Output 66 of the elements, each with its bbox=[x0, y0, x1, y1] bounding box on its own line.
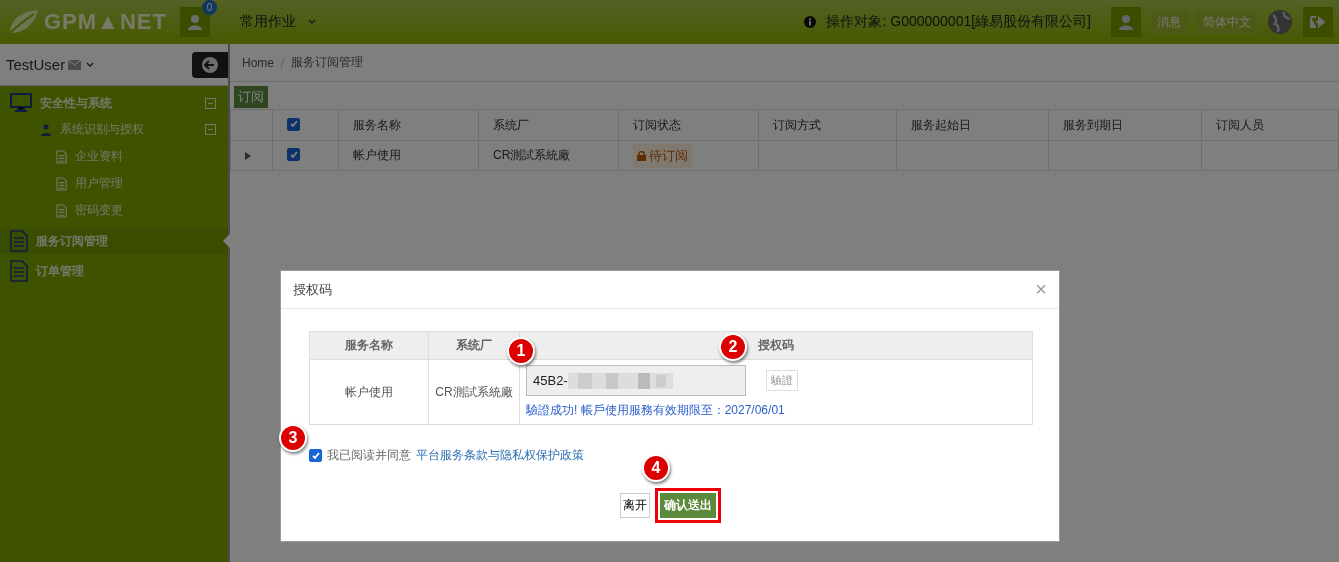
step-marker: 3 bbox=[279, 424, 307, 452]
leave-button[interactable]: 离开 bbox=[619, 493, 650, 518]
sidebar-item[interactable]: 密码变更 bbox=[0, 197, 228, 224]
subscribe-button[interactable]: 订阅 bbox=[234, 86, 268, 108]
expand-arrow-icon[interactable] bbox=[245, 151, 251, 160]
globe-icon[interactable] bbox=[1267, 9, 1293, 35]
agreement-text: 我已阅读并同意 bbox=[327, 447, 411, 464]
auth-code-field[interactable]: 45B2- bbox=[526, 365, 746, 396]
caret-icon[interactable] bbox=[308, 19, 316, 25]
logout-button[interactable] bbox=[1303, 7, 1333, 37]
document-icon bbox=[10, 260, 28, 282]
dialog-title: 授权码 bbox=[293, 280, 332, 299]
target-label: 操作对象: G000000001[綠易股份有限公司] bbox=[826, 13, 1091, 31]
column-header: 服务名称 bbox=[309, 331, 429, 360]
verify-button[interactable]: 驗證 bbox=[766, 370, 798, 391]
document-icon bbox=[56, 176, 68, 191]
column-header: 服务到期日 bbox=[1048, 109, 1202, 141]
logout-icon bbox=[1310, 15, 1326, 29]
table-cell: CR測試系統廠 bbox=[478, 140, 619, 171]
document-icon bbox=[10, 230, 28, 252]
column-header: 系统厂 bbox=[478, 109, 619, 141]
checkbox[interactable] bbox=[309, 449, 322, 462]
caret-icon[interactable] bbox=[86, 61, 95, 68]
collapse-icon[interactable] bbox=[205, 97, 216, 109]
checkbox[interactable] bbox=[287, 117, 300, 131]
confirm-button[interactable]: 确认送出 bbox=[659, 493, 716, 518]
sidebar-item[interactable]: 企业资料 bbox=[0, 143, 228, 170]
status-tag: 待订阅 bbox=[633, 143, 692, 168]
menu-dropdown[interactable]: 常用作业 bbox=[240, 13, 296, 31]
breadcrumb-item[interactable]: Home bbox=[242, 55, 274, 70]
sidebar-item[interactable]: 服务订阅管理 bbox=[0, 228, 228, 254]
sidebar-item[interactable]: 用户管理 bbox=[0, 170, 228, 197]
terms-link[interactable]: 平台服务条款与隐私权保护政策 bbox=[416, 447, 584, 464]
column-header: 订阅方式 bbox=[758, 109, 897, 141]
step-marker: 4 bbox=[642, 454, 670, 482]
document-icon bbox=[56, 149, 68, 164]
collapse-icon[interactable] bbox=[205, 124, 216, 135]
user-menu[interactable]: TestUser bbox=[6, 56, 66, 73]
notification-badge: 0 bbox=[202, 0, 217, 15]
separator-icon bbox=[280, 57, 285, 68]
table-cell: 帐户使用 bbox=[309, 359, 429, 425]
sidebar-item[interactable]: 安全性与系统 bbox=[0, 90, 228, 116]
close-button[interactable]: × bbox=[1035, 278, 1047, 301]
profile-button[interactable] bbox=[1111, 7, 1141, 37]
document-icon bbox=[56, 203, 68, 218]
sidebar-item[interactable]: 订单管理 bbox=[0, 258, 228, 284]
column-header: 订阅状态 bbox=[618, 109, 759, 141]
info-icon bbox=[804, 16, 817, 28]
column-header: 服务名称 bbox=[338, 109, 479, 141]
breadcrumb-item: 服务订阅管理 bbox=[291, 54, 363, 71]
messages-button[interactable]: 消息 bbox=[1151, 10, 1187, 34]
person-icon bbox=[1118, 14, 1134, 30]
person-icon bbox=[187, 14, 203, 30]
envelope-icon bbox=[68, 59, 82, 70]
active-caret-icon bbox=[223, 234, 230, 248]
lock-icon bbox=[637, 150, 646, 161]
sidebar-item[interactable]: 系统识别与授权 bbox=[0, 116, 228, 143]
column-header: 订阅人员 bbox=[1201, 109, 1339, 141]
checkbox[interactable] bbox=[287, 148, 300, 162]
back-button[interactable] bbox=[192, 51, 228, 78]
language-dropdown[interactable]: 简体中文 bbox=[1197, 10, 1257, 34]
logo-text: GPM▲NET bbox=[44, 9, 167, 35]
monitor-icon bbox=[10, 93, 32, 113]
column-header: 服务起始日 bbox=[896, 109, 1049, 141]
table-cell: 帐户使用 bbox=[338, 140, 479, 171]
verification-message: 驗證成功! 帳戶使用服務有效期限至：2027/06/01 bbox=[526, 402, 786, 419]
